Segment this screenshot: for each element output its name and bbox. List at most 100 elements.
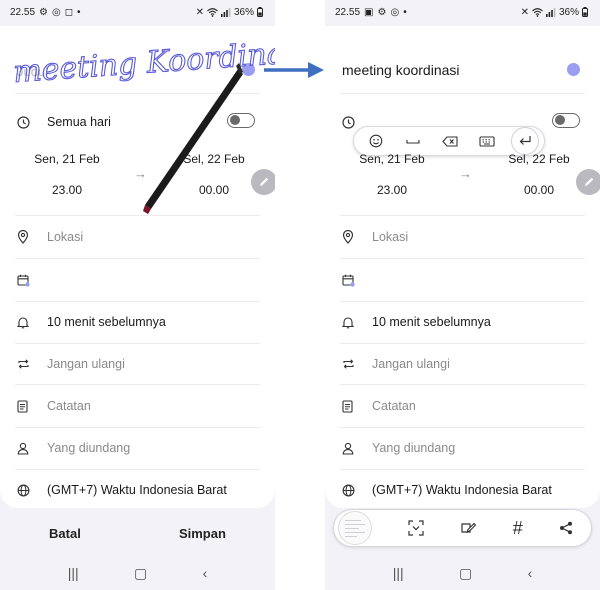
allday-toggle[interactable] — [227, 113, 255, 128]
pencil-icon[interactable] — [576, 169, 600, 195]
clock-icon — [17, 115, 37, 129]
globe-icon — [342, 484, 362, 497]
start-date[interactable]: Sen, 21 Feb — [353, 152, 431, 166]
date-range-arrow-icon: → — [459, 166, 472, 181]
divider — [340, 427, 585, 428]
event-color-dot[interactable] — [567, 63, 580, 76]
divider — [15, 384, 260, 385]
start-date[interactable]: Sen, 21 Feb — [28, 152, 106, 166]
status-bar: 22.55 ⚙ ◎ ◻ • ✕ 36% — [0, 0, 275, 24]
repeat-row[interactable]: Jangan ulangi — [340, 354, 585, 374]
reminder-row[interactable]: 10 menit sebelumnya — [340, 312, 585, 332]
reminder-row[interactable]: 10 menit sebelumnya — [15, 312, 260, 332]
event-form-card: meeting koordinasi Sen, 21 Feb 23.00 → S… — [325, 26, 600, 508]
calendar-icon — [342, 274, 362, 287]
location-row[interactable]: Lokasi — [340, 227, 585, 247]
phone-right-converted: 22.55 ▣ ⚙ ◎ • ✕ 36% meeting koordinasi S… — [325, 0, 600, 590]
instagram-icon: ◻ — [64, 6, 74, 18]
reminder-value: 10 menit sebelumnya — [47, 315, 166, 329]
save-button[interactable]: Simpan — [179, 526, 226, 541]
status-bar: 22.55 ▣ ⚙ ◎ • ✕ 36% — [325, 0, 600, 24]
notes-icon — [17, 399, 37, 413]
divider — [15, 343, 260, 344]
emoji-icon[interactable] — [363, 130, 389, 152]
divider — [15, 93, 260, 94]
invitees-placeholder: Yang diundang — [372, 441, 456, 455]
divider — [340, 469, 585, 470]
home-icon[interactable]: ▢ — [459, 565, 472, 582]
repeat-row[interactable]: Jangan ulangi — [15, 354, 260, 374]
scan-icon[interactable] — [408, 520, 424, 536]
location-pin-icon — [342, 230, 362, 244]
notification-dot-icon: • — [403, 6, 407, 18]
battery-level: 36% — [233, 6, 254, 18]
allday-toggle[interactable] — [552, 113, 580, 128]
timezone-value: (GMT+7) Waktu Indonesia Barat — [372, 483, 552, 497]
gear-icon: ⚙ — [377, 6, 387, 18]
title-placeholder[interactable]: Judul — [17, 64, 48, 79]
title-field[interactable]: meeting koordinasi — [342, 62, 460, 78]
notes-row[interactable]: Catatan — [15, 396, 260, 416]
edit-convert-icon[interactable] — [460, 520, 477, 536]
timezone-row[interactable]: (GMT+7) Waktu Indonesia Barat — [340, 480, 585, 500]
divider — [15, 469, 260, 470]
backspace-icon[interactable] — [437, 130, 463, 152]
system-nav-bar: ||| ▢ ‹ — [325, 556, 600, 590]
pencil-icon[interactable] — [251, 169, 275, 195]
recents-icon[interactable]: ||| — [68, 565, 79, 581]
repeat-icon — [17, 358, 37, 370]
status-time: 22.55 — [335, 6, 361, 18]
calendar-icon — [17, 274, 37, 287]
battery-icon — [582, 7, 588, 17]
calendar-row[interactable] — [15, 270, 260, 290]
hash-icon[interactable]: # — [513, 518, 523, 539]
repeat-value: Jangan ulangi — [372, 357, 450, 371]
end-time[interactable]: 00.00 — [501, 183, 577, 197]
smart-select-toolbar: # — [333, 509, 592, 547]
system-nav-bar: ||| ▢ ‹ — [0, 556, 275, 590]
allday-row: Semua hari — [15, 112, 260, 132]
recents-icon[interactable]: ||| — [393, 565, 404, 581]
screenshot-thumbnail[interactable] — [338, 511, 372, 545]
home-icon[interactable]: ▢ — [134, 565, 147, 582]
divider — [340, 215, 585, 216]
bell-icon — [342, 316, 362, 329]
cancel-button[interactable]: Batal — [49, 526, 81, 541]
person-icon — [17, 442, 37, 455]
enter-icon[interactable] — [510, 127, 539, 155]
event-form-card: Judul Semua hari Sen, 21 Feb 23.00 → Sel… — [0, 26, 275, 508]
end-date[interactable]: Sel, 22 Feb — [176, 152, 252, 166]
space-icon[interactable] — [400, 130, 426, 152]
wifi-icon — [207, 7, 218, 17]
end-time[interactable]: 00.00 — [176, 183, 252, 197]
status-icon: ◎ — [52, 6, 61, 18]
share-icon[interactable] — [559, 521, 573, 535]
end-date[interactable]: Sel, 22 Feb — [501, 152, 577, 166]
divider — [340, 258, 585, 259]
notification-dot-icon: • — [77, 6, 81, 18]
start-time[interactable]: 23.00 — [28, 183, 106, 197]
repeat-value: Jangan ulangi — [47, 357, 125, 371]
divider — [15, 215, 260, 216]
reminder-value: 10 menit sebelumnya — [372, 315, 491, 329]
calendar-row[interactable] — [340, 270, 585, 290]
notes-row[interactable]: Catatan — [340, 396, 585, 416]
invitees-placeholder: Yang diundang — [47, 441, 131, 455]
start-time[interactable]: 23.00 — [353, 183, 431, 197]
divider — [340, 343, 585, 344]
invitees-row[interactable]: Yang diundang — [340, 438, 585, 458]
repeat-icon — [342, 358, 362, 370]
bell-icon — [17, 316, 37, 329]
divider — [15, 427, 260, 428]
back-icon[interactable]: ‹ — [203, 565, 208, 581]
mute-icon: ✕ — [195, 6, 204, 18]
comparison-stage: 22.55 ⚙ ◎ ◻ • ✕ 36% Judul Semua hari Sen… — [0, 0, 600, 590]
location-row[interactable]: Lokasi — [15, 227, 260, 247]
back-icon[interactable]: ‹ — [528, 565, 533, 581]
event-color-dot[interactable] — [242, 63, 255, 76]
location-pin-icon — [17, 230, 37, 244]
invitees-row[interactable]: Yang diundang — [15, 438, 260, 458]
keyboard-icon[interactable] — [474, 130, 500, 152]
location-placeholder: Lokasi — [47, 230, 84, 244]
timezone-row[interactable]: (GMT+7) Waktu Indonesia Barat — [15, 480, 260, 500]
